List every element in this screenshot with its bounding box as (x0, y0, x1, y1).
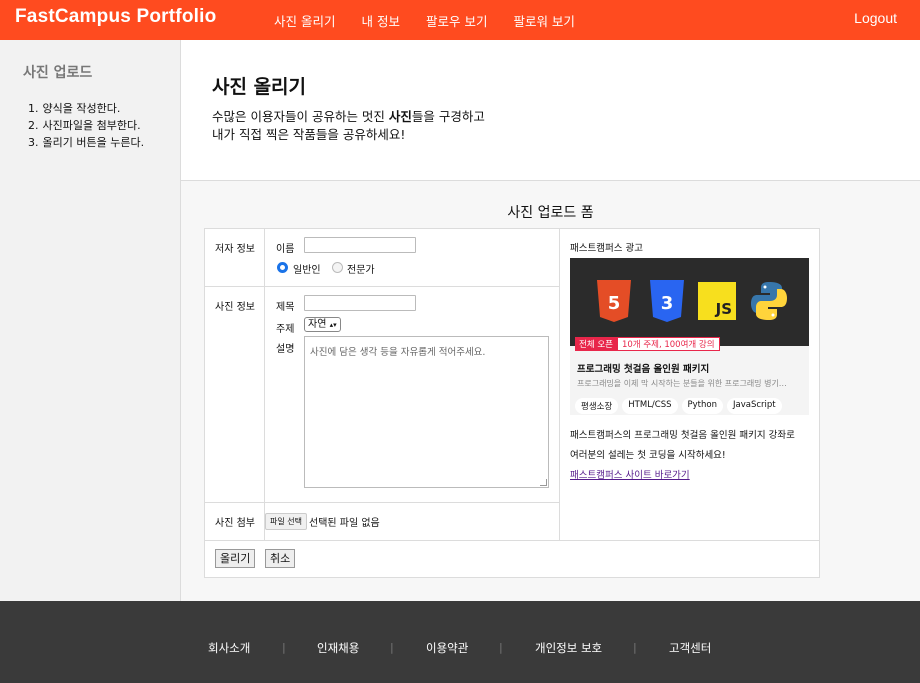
ad-banner[interactable]: 5 3 JS 전체 오픈 10개 주제, 100여개 강의 프로그래밍 첫걸음 … (570, 258, 809, 415)
nav-following[interactable]: 팔로우 보기 (426, 11, 487, 30)
footer-link-company[interactable]: 회사소개 (208, 640, 250, 656)
main-nav: 사진 올리기 내 정보 팔로우 보기 팔로워 보기 (274, 11, 575, 30)
ad-tag: JavaScript (727, 398, 782, 414)
upload-steps-list: 1. 양식을 작성한다. 2. 사진파일을 첨부한다. 3. 올리기 버튼을 누른다. (28, 100, 144, 151)
name-input[interactable] (304, 237, 416, 253)
ad-tag: Python (681, 398, 723, 414)
html5-icon: 5 (595, 280, 633, 322)
page-title: 사진 올리기 (212, 76, 307, 98)
photo-info-label: 사진 정보 (205, 287, 265, 502)
name-label: 이름 (276, 244, 295, 255)
js-icon: JS (698, 282, 736, 320)
css3-icon: 3 (648, 280, 686, 322)
author-info-label: 저자 정보 (205, 229, 265, 286)
badge-open: 전체 오픈 (575, 337, 617, 351)
select-arrows-icon: ▴▾ (329, 321, 337, 329)
description-textarea[interactable]: 사진에 담은 생각 등을 자유롭게 적어주세요. (304, 336, 549, 488)
upload-form: 저자 정보 이름 일반인 전문가 사진 정보 제목 주제 자연 ▴▾ 설명 사진… (204, 228, 820, 578)
nav-my-info[interactable]: 내 정보 (361, 11, 399, 30)
resize-handle-icon[interactable] (540, 479, 547, 486)
footer: 회사소개 | 인재채용 | 이용약관 | 개인정보 보호 | 고객센터 (0, 601, 920, 683)
step-item: 1. 양식을 작성한다. (28, 102, 121, 115)
logout-link[interactable]: Logout (854, 10, 897, 26)
step-item: 3. 올리기 버튼을 누른다. (28, 136, 145, 149)
cancel-button[interactable]: 취소 (265, 549, 296, 568)
photo-attach-label: 사진 첨부 (205, 503, 265, 540)
ad-tag: HTML/CSS (622, 398, 678, 414)
footer-link-careers[interactable]: 인재채용 (317, 640, 359, 656)
photo-attach-row: 사진 첨부 파일 선택 선택된 파일 없음 (205, 503, 560, 540)
ad-description: 패스트캠퍼스의 프로그래밍 첫걸음 올인원 패키지 강좌로 여러분의 설레는 첫 … (570, 430, 795, 461)
title-label: 제목 (276, 302, 295, 313)
footer-separator: | (499, 641, 503, 654)
ad-badges: 전체 오픈 10개 주제, 100여개 강의 (575, 337, 720, 351)
fastcampus-site-link[interactable]: 패스트캠퍼스 사이트 바로가기 (570, 467, 690, 481)
ad-headline: 프로그래밍 첫걸음 올인원 패키지 (577, 364, 710, 375)
topic-label: 주제 (276, 324, 295, 335)
ad-tag: 평생소장 (575, 398, 619, 414)
form-fields: 저자 정보 이름 일반인 전문가 사진 정보 제목 주제 자연 ▴▾ 설명 사진… (205, 229, 560, 540)
footer-link-support[interactable]: 고객센터 (669, 640, 711, 656)
footer-separator: | (282, 641, 286, 654)
footer-link-privacy[interactable]: 개인정보 보호 (535, 640, 602, 656)
python-icon (750, 280, 788, 322)
intro-section: 사진 올리기 수많은 이용자들이 공유하는 멋진 사진들을 구경하고 내가 직접… (181, 40, 920, 181)
intro-text: 수많은 이용자들이 공유하는 멋진 사진들을 구경하고 내가 직접 찍은 작품들… (212, 109, 485, 142)
radio-pro[interactable] (332, 262, 343, 273)
topic-select[interactable]: 자연 ▴▾ (304, 317, 341, 332)
svg-text:5: 5 (608, 293, 621, 314)
brand-logo[interactable]: FastCampus Portfolio (15, 6, 216, 28)
top-header: FastCampus Portfolio 사진 올리기 내 정보 팔로우 보기 … (0, 0, 920, 40)
footer-separator: | (633, 641, 637, 654)
radio-pro-label: 전문가 (347, 265, 375, 276)
footer-link-terms[interactable]: 이용약관 (426, 640, 468, 656)
author-info-row: 저자 정보 이름 일반인 전문가 (205, 229, 560, 287)
badge-topics: 10개 주제, 100여개 강의 (616, 337, 720, 351)
file-status: 선택된 파일 없음 (309, 518, 380, 529)
radio-general-label: 일반인 (293, 265, 321, 276)
form-title: 사진 업로드 폼 (507, 205, 594, 221)
radio-general[interactable] (277, 262, 288, 273)
ad-title: 패스트캠퍼스 광고 (570, 243, 643, 254)
sidebar-title: 사진 업로드 (23, 65, 93, 81)
title-input[interactable] (304, 295, 416, 311)
form-buttons: 올리기 취소 (205, 540, 819, 577)
upload-form-area: 사진 업로드 폼 저자 정보 이름 일반인 전문가 사진 정보 제목 주제 자연… (181, 181, 920, 601)
ad-panel: 패스트캠퍼스 광고 5 3 JS 전체 오픈 10개 주제, 100여개 강의 … (560, 229, 820, 540)
step-item: 2. 사진파일을 첨부한다. (28, 119, 141, 132)
svg-text:3: 3 (661, 293, 674, 314)
footer-separator: | (390, 641, 394, 654)
photo-info-row: 사진 정보 제목 주제 자연 ▴▾ 설명 사진에 담은 생각 등을 자유롭게 적… (205, 287, 560, 503)
file-choose-button[interactable]: 파일 선택 (265, 513, 307, 530)
nav-followers[interactable]: 팔로워 보기 (513, 11, 574, 30)
ad-tags: 평생소장 HTML/CSS Python JavaScript (575, 398, 782, 414)
ad-subtext: 프로그래밍을 이제 막 시작하는 분들을 위한 프로그래밍 병기… (577, 379, 787, 388)
submit-button[interactable]: 올리기 (215, 549, 256, 568)
sidebar: 사진 업로드 1. 양식을 작성한다. 2. 사진파일을 첨부한다. 3. 올리기 버… (0, 40, 181, 601)
ad-banner-dark: 5 3 JS (570, 258, 809, 346)
description-label: 설명 (276, 344, 295, 355)
nav-upload-photo[interactable]: 사진 올리기 (274, 11, 335, 30)
